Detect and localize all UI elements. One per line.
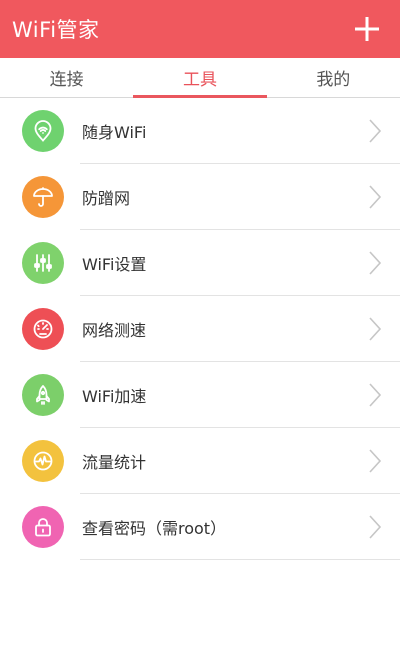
tool-item-portable-wifi[interactable]: 随身WiFi xyxy=(0,98,400,164)
tool-item-speed-test[interactable]: 网络测速 xyxy=(0,296,400,362)
tab-tools[interactable]: 工具 xyxy=(133,58,267,98)
chevron-right-icon xyxy=(369,449,382,473)
app-title: WiFi管家 xyxy=(12,18,100,42)
tool-label: 流量统计 xyxy=(82,453,147,472)
chevron-right-icon xyxy=(369,383,382,407)
chevron-right-icon xyxy=(369,515,382,539)
tool-item-wifi-boost[interactable]: WiFi加速 xyxy=(0,362,400,428)
umbrella-icon xyxy=(22,176,64,218)
tool-label: 网络测速 xyxy=(82,321,147,340)
tab-mine[interactable]: 我的 xyxy=(267,58,400,97)
tool-label: 防蹭网 xyxy=(82,189,131,208)
tool-label: 查看密码（需root） xyxy=(82,519,227,538)
tool-item-traffic-stats[interactable]: 流量统计 xyxy=(0,428,400,494)
add-icon[interactable] xyxy=(352,14,382,44)
tab-label: 我的 xyxy=(316,70,351,90)
tool-item-view-password[interactable]: 查看密码（需root） xyxy=(0,494,400,560)
pulse-icon xyxy=(22,440,64,482)
tab-label: 连接 xyxy=(49,70,84,90)
sliders-icon xyxy=(22,242,64,284)
speedometer-icon xyxy=(22,308,64,350)
chevron-right-icon xyxy=(369,251,382,275)
tool-label: 随身WiFi xyxy=(82,123,147,142)
tool-label: WiFi设置 xyxy=(82,255,147,274)
chevron-right-icon xyxy=(369,317,382,341)
tool-item-anti-leech[interactable]: 防蹭网 xyxy=(0,164,400,230)
tool-list: 随身WiFi 防蹭网 WiFi设置 网络测速 WiFi加速 流量统计 查看密码（… xyxy=(0,98,400,560)
chevron-right-icon xyxy=(369,185,382,209)
tab-label: 工具 xyxy=(182,70,217,90)
tab-bar: 连接 工具 我的 xyxy=(0,58,400,98)
wifi-icon xyxy=(22,110,64,152)
tab-connect[interactable]: 连接 xyxy=(0,58,133,97)
chevron-right-icon xyxy=(369,119,382,143)
tool-item-wifi-settings[interactable]: WiFi设置 xyxy=(0,230,400,296)
app-bar: WiFi管家 xyxy=(0,0,400,58)
tool-label: WiFi加速 xyxy=(82,387,147,406)
lock-icon xyxy=(22,506,64,548)
rocket-icon xyxy=(22,374,64,416)
